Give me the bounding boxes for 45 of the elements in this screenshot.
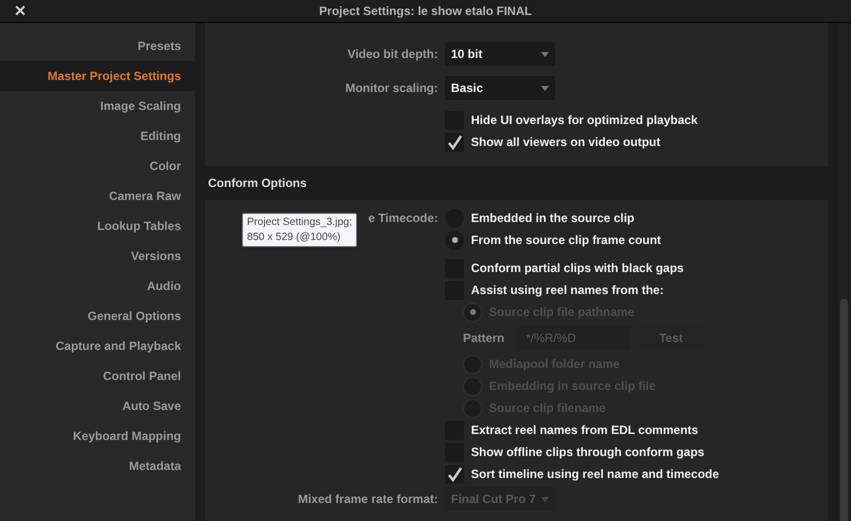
field-label: Mixed frame rate format: [298,491,438,508]
sidebar-item[interactable]: Keyboard Mapping [0,421,195,451]
field-label: e Timecode: [368,210,438,227]
tooltip-text: 850 x 529 (@100%) [247,230,342,245]
field-label: Pattern [463,330,506,347]
sidebar-item[interactable]: Lookup Tables [0,211,195,241]
checkbox-label: Assist using reel names from the: [471,282,664,299]
sidebar-item[interactable]: Master Project Settings [0,61,195,91]
sidebar-item[interactable]: Capture and Playback [0,331,195,361]
window-title: Project Settings: le show etalo FINAL [319,3,532,20]
radio-button[interactable] [445,230,464,250]
field-label: Monitor scaling: [345,80,438,97]
sidebar-item[interactable]: Image Scaling [0,91,195,121]
tooltip-text: Project Settings_3.jpg; [247,215,352,230]
sidebar-item[interactable]: Editing [0,121,195,151]
checkbox-label: Sort timeline using reel name and timecode [471,466,720,483]
radio-label: From the source clip frame count [471,232,662,249]
check-icon [446,134,462,150]
sidebar-item[interactable]: Auto Save [0,391,195,421]
checkbox-label: Extract reel names from EDL comments [471,422,698,439]
checkbox[interactable] [445,132,464,152]
checkbox-label: Conform partial clips with black gaps [471,260,684,277]
checkbox-label: Show offline clips through conform gaps [471,444,704,461]
checkbox[interactable] [445,464,464,484]
caret-icon [541,52,549,56]
sidebar-item[interactable]: General Options [0,301,195,331]
check-icon [446,466,462,482]
dropdown[interactable]: Basic [445,76,555,100]
sidebar-item[interactable]: Audio [0,271,195,301]
sidebar-item[interactable]: Color [0,151,195,181]
scrollbar-thumb[interactable] [840,299,848,521]
dropdown[interactable]: 10 bit [445,42,555,66]
sidebar-item[interactable]: Metadata [0,451,195,481]
sidebar-item[interactable]: Camera Raw [0,181,195,211]
sidebar-item[interactable]: Presets [0,31,195,61]
close-icon[interactable]: ✕ [14,1,27,24]
sidebar-item[interactable]: Control Panel [0,361,195,391]
caret-icon [541,496,549,502]
field-label: Video bit depth: [348,46,438,63]
caret-icon [541,86,549,90]
sidebar-item[interactable]: Versions [0,241,195,271]
checkbox-label: Hide UI overlays for optimized playback [471,112,698,129]
section-title: Conform Options [208,175,307,192]
checkbox-label: Show all viewers on video output [471,134,660,151]
radio-label: Embedded in the source clip [471,210,634,227]
